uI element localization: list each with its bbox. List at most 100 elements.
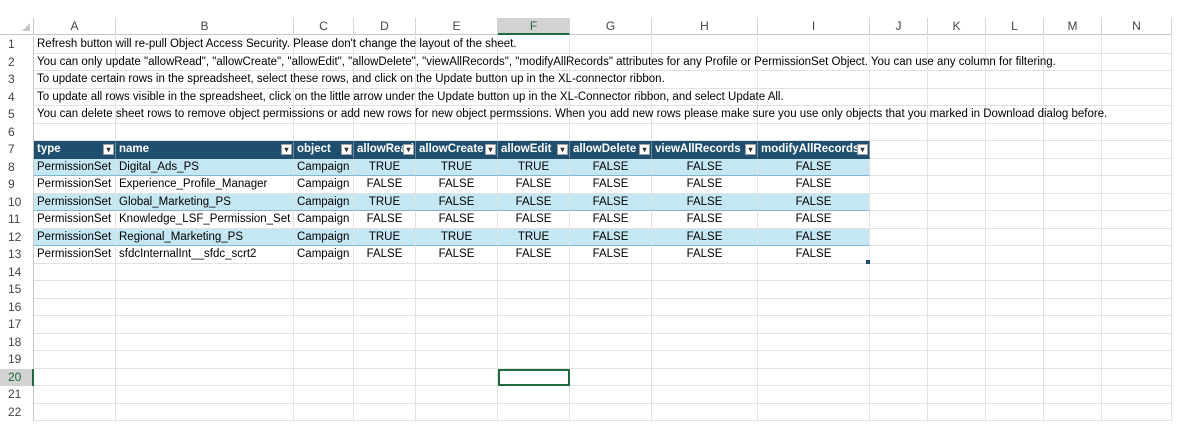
cell-j16[interactable] [870,298,928,316]
cell-m18[interactable] [1044,333,1102,351]
cell-n6[interactable] [1102,123,1172,141]
row-header[interactable]: 20 [0,368,34,386]
cell-l6[interactable] [986,123,1044,141]
cell-d22[interactable] [354,403,416,421]
table-cell[interactable]: FALSE [758,228,870,246]
table-cell[interactable]: Campaign [294,176,354,194]
cell-d15[interactable] [354,281,416,299]
column-header-a[interactable]: A [34,18,116,35]
column-header-j[interactable]: J [870,18,928,35]
cell-a18[interactable] [34,333,116,351]
cell-i17[interactable] [758,316,870,334]
column-header-b[interactable]: B [116,18,294,35]
chevron-down-icon[interactable]: ▾ [281,144,292,155]
cell-g6[interactable] [570,123,652,141]
table-cell[interactable]: Campaign [294,246,354,264]
cell-m14[interactable] [1044,263,1102,281]
cell-k11[interactable] [928,211,986,229]
cell-h21[interactable] [652,386,758,404]
column-header-f[interactable]: F [498,18,570,35]
cell-m22[interactable] [1044,403,1102,421]
cell-l16[interactable] [986,298,1044,316]
cell-a14[interactable] [34,263,116,281]
cell-m8[interactable] [1044,158,1102,176]
chevron-down-icon[interactable]: ▾ [403,144,414,155]
cell-k4[interactable] [928,88,986,106]
cell-e19[interactable] [416,351,498,369]
cell-j9[interactable] [870,176,928,194]
table-cell[interactable]: TRUE [354,158,416,176]
cell-m1[interactable] [1044,36,1102,54]
cell-b16[interactable] [116,298,294,316]
table-cell[interactable]: TRUE [416,158,498,176]
chevron-down-icon[interactable]: ▾ [857,144,868,155]
cell-e14[interactable] [416,263,498,281]
cell-j15[interactable] [870,281,928,299]
cell-j10[interactable] [870,193,928,211]
row-header[interactable]: 3 [0,71,34,89]
cell-h6[interactable] [652,123,758,141]
cell-g19[interactable] [570,351,652,369]
cell-i16[interactable] [758,298,870,316]
cell-c15[interactable] [294,281,354,299]
chevron-down-icon[interactable]: ▾ [341,144,352,155]
table-cell[interactable]: Campaign [294,228,354,246]
cell-l8[interactable] [986,158,1044,176]
cell-n7[interactable] [1102,141,1172,159]
cell-m6[interactable] [1044,123,1102,141]
cell-b6[interactable] [116,123,294,141]
row-header[interactable]: 11 [0,211,34,229]
cell-c18[interactable] [294,333,354,351]
cell-b15[interactable] [116,281,294,299]
cell-j18[interactable] [870,333,928,351]
cell-n3[interactable] [1102,71,1172,89]
cell-g22[interactable] [570,403,652,421]
cell-a16[interactable] [34,298,116,316]
cell-d16[interactable] [354,298,416,316]
table-header-cell[interactable]: allowDelete ▾ [570,141,652,159]
cell-b18[interactable] [116,333,294,351]
cell-l18[interactable] [986,333,1044,351]
cell-f14[interactable] [498,263,570,281]
row-header[interactable]: 10 [0,193,34,211]
cell-j20[interactable] [870,368,928,386]
cell-n17[interactable] [1102,316,1172,334]
cell-a21[interactable] [34,386,116,404]
row-header[interactable]: 22 [0,403,34,421]
row-header[interactable]: 6 [0,123,34,141]
table-cell[interactable]: FALSE [570,211,652,229]
cell-a20[interactable] [34,368,116,386]
cell-k17[interactable] [928,316,986,334]
table-cell[interactable]: FALSE [758,246,870,264]
cell-i22[interactable] [758,403,870,421]
table-cell[interactable]: FALSE [758,193,870,211]
table-cell[interactable]: FALSE [354,176,416,194]
cell-n10[interactable] [1102,193,1172,211]
cell-l20[interactable] [986,368,1044,386]
cell-m10[interactable] [1044,193,1102,211]
table-cell[interactable]: FALSE [354,211,416,229]
row-header[interactable]: 13 [0,246,34,264]
table-cell[interactable]: FALSE [570,246,652,264]
table-cell[interactable]: FALSE [758,176,870,194]
cell-h14[interactable] [652,263,758,281]
cell-e21[interactable] [416,386,498,404]
column-header-h[interactable]: H [652,18,758,35]
cell-l1[interactable] [986,36,1044,54]
cell-j19[interactable] [870,351,928,369]
table-cell[interactable]: FALSE [570,193,652,211]
cell-k12[interactable] [928,228,986,246]
cell-i21[interactable] [758,386,870,404]
cell-d6[interactable] [354,123,416,141]
cell-l17[interactable] [986,316,1044,334]
cell-k21[interactable] [928,386,986,404]
cell-m15[interactable] [1044,281,1102,299]
select-all-corner[interactable] [0,18,34,35]
chevron-down-icon[interactable]: ▾ [745,144,756,155]
cell-k18[interactable] [928,333,986,351]
row-header[interactable]: 14 [0,263,34,281]
cell-m16[interactable] [1044,298,1102,316]
cell-k6[interactable] [928,123,986,141]
table-header-cell[interactable]: type ▾ [34,141,116,159]
cell-e16[interactable] [416,298,498,316]
